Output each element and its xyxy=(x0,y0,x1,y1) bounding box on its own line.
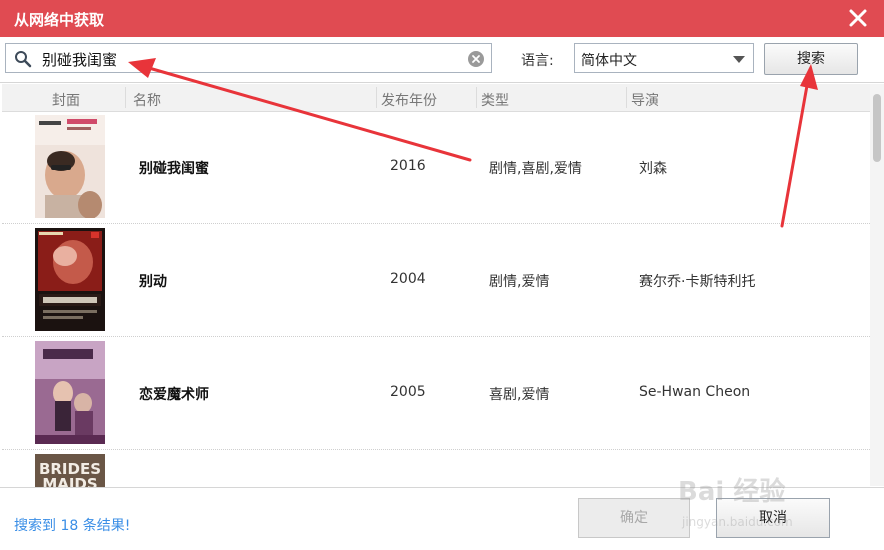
language-select[interactable]: 简体中文 xyxy=(574,43,754,73)
search-icon xyxy=(14,50,32,68)
column-divider xyxy=(626,87,627,108)
result-count-text: 搜索到 18 条结果! xyxy=(14,518,131,534)
search-input[interactable] xyxy=(42,48,452,70)
table-row[interactable]: BRIDES MAIDS xyxy=(2,450,870,488)
search-button[interactable]: 搜索 xyxy=(764,43,858,75)
column-header-director[interactable]: 导演 xyxy=(631,90,659,110)
column-divider xyxy=(125,87,126,108)
dialog-footer: 搜索到 18 条结果! 确定 取消 xyxy=(0,487,884,550)
movie-genre: 剧情,爱情 xyxy=(489,274,550,290)
movie-title: 别碰我闺蜜 xyxy=(139,161,209,177)
table-row[interactable]: 别动 2004 剧情,爱情 赛尔乔·卡斯特利托 xyxy=(2,224,870,337)
vertical-scrollbar[interactable] xyxy=(870,84,884,486)
clear-icon[interactable] xyxy=(467,50,485,68)
movie-director: Se-Hwan Cheon xyxy=(639,384,751,400)
table-header: 封面 名称 发布年份 类型 导演 xyxy=(2,84,870,112)
movie-cover-image xyxy=(35,228,105,331)
language-selected-value: 简体中文 xyxy=(581,53,637,69)
movie-genre: 喜剧,爱情 xyxy=(489,387,550,403)
cancel-button[interactable]: 取消 xyxy=(716,498,830,538)
column-divider xyxy=(476,87,477,108)
column-divider xyxy=(376,87,377,108)
movie-title: 恋爱魔术师 xyxy=(139,387,209,403)
search-toolbar: 语言: 简体中文 搜索 xyxy=(0,37,884,83)
movie-year: 2016 xyxy=(390,158,426,174)
column-header-name[interactable]: 名称 xyxy=(133,90,161,110)
column-header-genre[interactable]: 类型 xyxy=(481,90,509,110)
scrollbar-thumb[interactable] xyxy=(873,94,881,162)
movie-cover-image xyxy=(35,341,105,444)
table-row[interactable]: 恋爱魔术师 2005 喜剧,爱情 Se-Hwan Cheon xyxy=(2,337,870,450)
movie-genre: 剧情,喜剧,爱情 xyxy=(489,161,582,177)
movie-director: 刘森 xyxy=(639,161,667,177)
close-icon[interactable] xyxy=(846,6,870,30)
table-row[interactable]: 别碰我闺蜜 2016 剧情,喜剧,爱情 刘森 xyxy=(2,111,870,224)
chevron-down-icon xyxy=(733,56,745,63)
dialog-titlebar: 从网络中获取 xyxy=(0,0,884,37)
dialog-title: 从网络中获取 xyxy=(14,11,105,29)
confirm-button[interactable]: 确定 xyxy=(578,498,690,538)
movie-cover-image xyxy=(35,115,105,218)
column-header-year[interactable]: 发布年份 xyxy=(381,90,437,110)
movie-title: 别动 xyxy=(139,274,167,290)
search-box[interactable] xyxy=(5,43,492,73)
results-table: 封面 名称 发布年份 类型 导演 别碰我闺蜜 2016 剧情,喜剧,爱情 刘森 … xyxy=(0,82,884,488)
language-label: 语言: xyxy=(521,53,554,69)
column-header-cover[interactable]: 封面 xyxy=(52,90,80,110)
movie-year: 2004 xyxy=(390,271,426,287)
movie-director: 赛尔乔·卡斯特利托 xyxy=(639,274,756,290)
movie-cover-image: BRIDES MAIDS xyxy=(35,454,105,488)
movie-year: 2005 xyxy=(390,384,426,400)
